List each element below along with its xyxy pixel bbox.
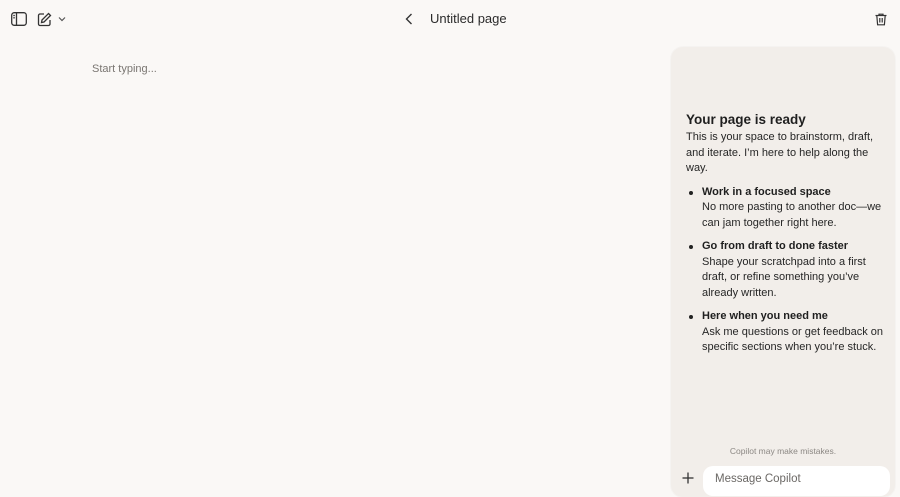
copilot-welcome: Your page is ready This is your space to…	[686, 111, 886, 364]
editor-placeholder[interactable]: Start typing...	[92, 63, 157, 75]
plus-icon[interactable]	[681, 471, 695, 485]
feature-list: Work in a focused space No more pasting …	[686, 185, 886, 356]
feature-description: Ask me questions or get feedback on spec…	[702, 325, 883, 354]
feature-description: No more pasting to another doc—we can ja…	[702, 201, 882, 229]
feature-description: Shape your scratchpad into a first draft…	[702, 255, 866, 299]
copilot-panel: Your page is ready This is your space to…	[671, 47, 895, 497]
list-item: Here when you need me Ask me questions o…	[686, 309, 886, 356]
chevron-left-icon[interactable]	[400, 10, 418, 28]
feature-title: Here when you need me	[702, 310, 828, 322]
chevron-down-icon[interactable]	[56, 13, 68, 25]
bullet-icon	[689, 315, 693, 319]
feature-title: Go from draft to done faster	[702, 240, 849, 252]
list-item: Go from draft to done faster Shape your …	[686, 239, 886, 301]
bullet-icon	[689, 245, 693, 249]
sidebar-toggle-icon[interactable]	[9, 9, 29, 29]
list-item: Work in a focused space No more pasting …	[686, 185, 886, 232]
bullet-icon	[689, 190, 693, 195]
trash-icon[interactable]	[872, 10, 890, 28]
new-page-icon[interactable]	[34, 9, 54, 29]
copilot-heading: Your page is ready	[686, 112, 806, 127]
feature-title: Work in a focused space	[702, 185, 831, 198]
page-title: Untitled page	[430, 11, 507, 26]
top-bar: Untitled page	[0, 0, 900, 38]
copilot-disclaimer: Copilot may make mistakes.	[729, 446, 837, 456]
message-composer	[703, 466, 890, 496]
copilot-intro: This is your space to brainstorm, draft,…	[686, 131, 874, 174]
